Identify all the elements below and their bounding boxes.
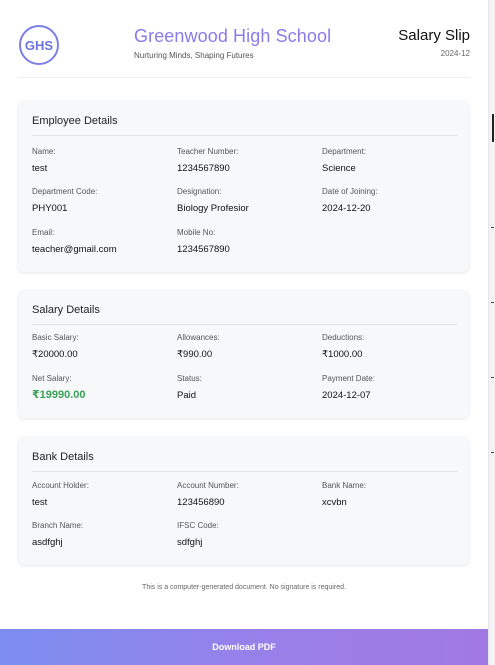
bank-details-title: Bank Details [32,451,94,463]
account-holder-value: test [32,497,48,508]
net-salary-label: Net Salary: [32,374,72,383]
status-field: Status: Paid [177,374,317,401]
ifsc-code-field: IFSC Code: sdfghj [177,521,317,548]
email-value: teacher@gmail.com [32,244,117,255]
school-logo: GHS [19,25,59,65]
deductions-field: Deductions: ₹1000.00 [322,333,462,360]
department-label: Department: [322,147,367,156]
department-value: Science [322,163,356,174]
allowances-label: Allowances: [177,333,220,342]
date-of-joining-value: 2024-12-20 [322,203,371,214]
scrollbar-mark [491,377,494,378]
teacher-number-field: Teacher Number: 1234567890 [177,147,317,174]
payment-date-value: 2024-12-07 [322,390,371,401]
name-field: Name: test [32,147,172,174]
salary-details-title: Salary Details [32,304,100,316]
basic-salary-field: Basic Salary: ₹20000.00 [32,333,172,360]
designation-label: Designation: [177,187,222,196]
slip-header: GHS Greenwood High School Nurturing Mind… [18,20,470,78]
teacher-number-value: 1234567890 [177,163,230,174]
net-salary-value: ₹19990.00 [32,389,86,401]
scrollbar-mark [491,227,494,228]
scrollbar-mark [491,452,494,453]
salary-slip-page: GHS Greenwood High School Nurturing Mind… [0,0,488,665]
department-field: Department: Science [322,147,462,174]
account-number-value: 123456890 [177,497,225,508]
bank-details-card: Bank Details Account Holder: test Accoun… [18,437,469,565]
bank-name-value: xcvbn [322,497,347,508]
date-of-joining-field: Date of Joining: 2024-12-20 [322,187,462,214]
department-code-field: Department Code: PHY001 [32,187,172,214]
department-code-label: Department Code: [32,187,98,196]
bank-name-field: Bank Name: xcvbn [322,481,462,508]
divider [32,135,457,136]
divider [32,471,457,472]
email-field: Email: teacher@gmail.com [32,228,172,255]
account-holder-field: Account Holder: test [32,481,172,508]
department-code-value: PHY001 [32,203,68,214]
bank-name-label: Bank Name: [322,481,367,490]
mobile-value: 1234567890 [177,244,230,255]
scrollbar-mark [491,302,494,303]
slip-title: Salary Slip [398,27,470,44]
branch-name-label: Branch Name: [32,521,84,530]
mobile-field: Mobile No: 1234567890 [177,228,317,255]
download-pdf-button[interactable]: Download PDF [0,629,488,665]
payment-date-label: Payment Date: [322,374,375,383]
allowances-value: ₹990.00 [177,349,213,360]
basic-salary-value: ₹20000.00 [32,349,78,360]
school-name: Greenwood High School [134,26,332,46]
ifsc-code-value: sdfghj [177,537,203,548]
computer-generated-note: This is a computer-generated document. N… [142,584,346,591]
ifsc-code-label: IFSC Code: [177,521,219,530]
divider [32,324,457,325]
payment-date-field: Payment Date: 2024-12-07 [322,374,462,401]
name-label: Name: [32,147,56,156]
slip-period: 2024-12 [440,49,470,58]
designation-field: Designation: Biology Profesior [177,187,317,214]
school-tagline: Nurturing Minds, Shaping Futures [134,51,254,60]
scrollbar[interactable] [488,0,495,665]
basic-salary-label: Basic Salary: [32,333,79,342]
status-value: Paid [177,390,197,401]
allowances-field: Allowances: ₹990.00 [177,333,317,360]
branch-name-value: asdfghj [32,537,63,548]
mobile-label: Mobile No: [177,228,216,237]
designation-value: Biology Profesior [177,203,249,214]
scrollbar-mark [492,114,494,142]
teacher-number-label: Teacher Number: [177,147,239,156]
branch-name-field: Branch Name: asdfghj [32,521,172,548]
status-label: Status: [177,374,202,383]
salary-details-card: Salary Details Basic Salary: ₹20000.00 A… [18,290,469,418]
deductions-label: Deductions: [322,333,365,342]
date-of-joining-label: Date of Joining: [322,187,378,196]
employee-details-card: Employee Details Name: test Teacher Numb… [18,101,469,272]
name-value: test [32,163,48,174]
employee-details-title: Employee Details [32,115,118,127]
email-label: Email: [32,228,55,237]
account-holder-label: Account Holder: [32,481,89,490]
account-number-label: Account Number: [177,481,239,490]
account-number-field: Account Number: 123456890 [177,481,317,508]
deductions-value: ₹1000.00 [322,349,363,360]
net-salary-field: Net Salary: ₹19990.00 [32,374,172,401]
